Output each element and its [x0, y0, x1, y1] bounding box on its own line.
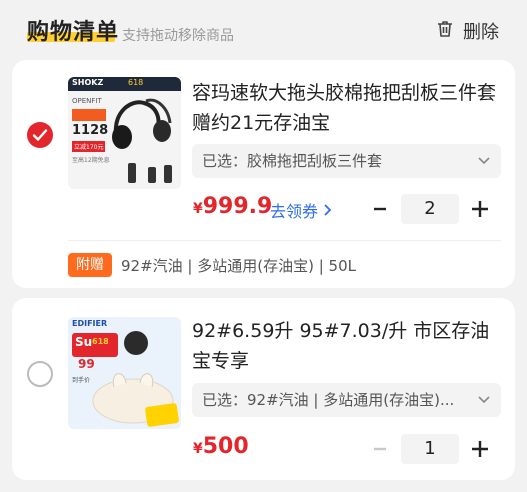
divider — [68, 240, 501, 241]
decrease-button[interactable] — [365, 434, 395, 464]
chevron-right-icon — [323, 202, 333, 221]
increase-button[interactable] — [465, 194, 495, 224]
image-promo: 618 — [92, 337, 109, 346]
image-tag: OPENFIT — [72, 97, 102, 105]
plus-icon — [472, 441, 488, 457]
coupon-label: 去领券 — [270, 202, 319, 221]
price-currency: ¥ — [193, 441, 203, 457]
delete-label: 删除 — [463, 22, 499, 43]
page-header: 购物清单 支持拖动移除商品 删除 — [0, 0, 527, 60]
item-checkbox[interactable] — [27, 361, 53, 387]
trash-icon — [435, 19, 455, 44]
item-checkbox[interactable] — [27, 122, 53, 148]
gift-badge: 附赠 — [68, 253, 112, 277]
gift-description: 92#汽油 | 多站通用(存油宝) | 50L — [121, 257, 356, 275]
price-currency: ¥ — [193, 201, 203, 217]
quantity-stepper: 2 — [365, 194, 495, 224]
image-badge: 618 — [128, 78, 144, 87]
cart-item-card: SHOKZ 618 OPENFIT 1128 立减170元 至高12期免息 容玛… — [12, 60, 515, 288]
variant-selector[interactable]: 已选：92#汽油 | 多站通用(存油宝)... — [192, 383, 501, 417]
quantity-value[interactable]: 2 — [401, 194, 459, 224]
product-price: ¥999.9 — [193, 194, 272, 219]
decrease-button[interactable] — [365, 194, 395, 224]
quantity-stepper: 1 — [365, 434, 495, 464]
quantity-value[interactable]: 1 — [401, 434, 459, 464]
increase-button[interactable] — [465, 434, 495, 464]
price-value: 500 — [202, 434, 249, 459]
product-name[interactable]: 92#6.59升 95#7.03/升 市区存油宝专享 — [192, 316, 502, 376]
image-promo: 立减170元 — [72, 141, 106, 152]
image-tag: Su — [75, 335, 93, 349]
variant-text: 已选：92#汽油 | 多站通用(存油宝)... — [202, 391, 455, 409]
headphones-illustration — [112, 98, 172, 149]
minus-icon — [374, 207, 386, 211]
image-brand: EDIFIER — [72, 319, 108, 328]
variant-text: 已选：胶棉拖把刮板三件套 — [202, 152, 383, 170]
get-coupon-link[interactable]: 去领券 — [270, 198, 333, 222]
page-subtitle: 支持拖动移除商品 — [122, 28, 234, 44]
page-title: 购物清单 — [27, 20, 120, 45]
image-price: 1128 — [72, 123, 109, 138]
chevron-down-icon — [477, 383, 491, 417]
price-value: 999.9 — [202, 194, 273, 219]
image-brand: SHOKZ — [72, 78, 104, 87]
product-image[interactable]: EDIFIER Su 618 99 到手价 — [68, 317, 181, 429]
cart-item-card: EDIFIER Su 618 99 到手价 92#6.59升 95#7.03/升… — [12, 298, 515, 480]
minus-icon — [374, 447, 386, 451]
image-note: 至高12期免息 — [72, 157, 110, 164]
plus-icon — [472, 201, 488, 217]
chevron-down-icon — [477, 144, 491, 178]
product-image[interactable]: SHOKZ 618 OPENFIT 1128 立减170元 至高12期免息 — [68, 77, 181, 189]
variant-selector[interactable]: 已选：胶棉拖把刮板三件套 — [192, 144, 501, 178]
check-icon — [32, 129, 48, 141]
product-name[interactable]: 容玛速软大拖头胶棉拖把刮板三件套赠约21元存油宝 — [192, 78, 502, 138]
delete-button[interactable]: 删除 — [435, 18, 499, 44]
product-price: ¥500 — [193, 434, 249, 459]
